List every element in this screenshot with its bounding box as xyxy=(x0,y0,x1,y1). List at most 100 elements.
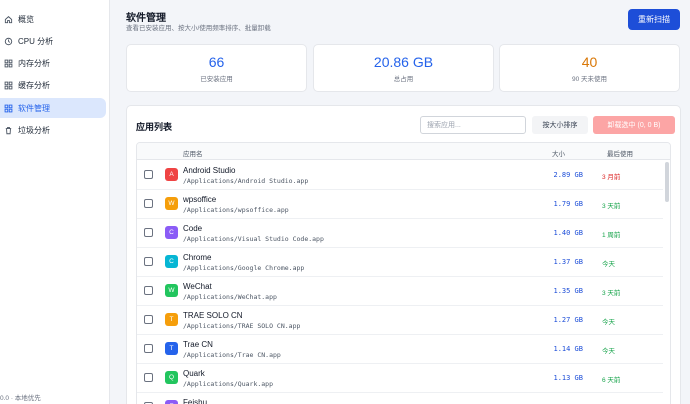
app-icon: Q xyxy=(165,371,178,384)
row-checkbox[interactable] xyxy=(144,199,153,208)
app-path: /Applications/Trae CN.app xyxy=(183,351,281,359)
stat-card-unused: 40 90 天未使用 xyxy=(499,44,680,92)
table-row[interactable]: Q Quark/Applications/Quark.app 1.13 GB 6 天前 xyxy=(137,364,663,393)
cache-icon xyxy=(3,80,13,90)
app-last-used: 3 天前 xyxy=(602,290,621,297)
sidebar-item-memory[interactable]: 内存分析 xyxy=(0,53,106,73)
sidebar-item-label: 垃圾分析 xyxy=(18,125,50,135)
app-path: /Applications/Quark.app xyxy=(183,380,274,388)
app-path: /Applications/Visual Studio Code.app xyxy=(183,235,324,243)
stat-value: 40 xyxy=(581,54,598,70)
row-checkbox[interactable] xyxy=(144,373,153,382)
row-checkbox[interactable] xyxy=(144,344,153,353)
app-path: /Applications/wpsoffice.app xyxy=(183,206,289,214)
sidebar-item-apps[interactable]: 软件管理 xyxy=(0,98,106,118)
row-checkbox[interactable] xyxy=(144,170,153,179)
sidebar: 概览 CPU 分析 内存分析 缓存分析 软件管理 垃圾分析 0.0 · 本地优先 xyxy=(0,0,110,404)
table-row[interactable]: A Android Studio/Applications/Android Stu… xyxy=(137,161,663,190)
app-name: Android Studio xyxy=(183,166,236,175)
column-header-last-used[interactable]: 最后使用 xyxy=(607,148,633,158)
column-header-name[interactable]: 应用名 xyxy=(183,148,203,158)
app-name: Code xyxy=(183,224,203,233)
app-size: 1.27 GB xyxy=(553,316,583,324)
sidebar-item-cpu[interactable]: CPU 分析 xyxy=(0,31,106,51)
stat-value: 20.86 GB xyxy=(373,54,434,70)
app-name: Chrome xyxy=(183,253,212,262)
app-icon: W xyxy=(165,284,178,297)
table-row[interactable]: F Feishu xyxy=(137,393,663,404)
app-name: Quark xyxy=(183,369,205,378)
stat-card-total-size: 20.86 GB 总占用 xyxy=(313,44,494,92)
table-row[interactable]: Wwpsoffice/Applications/wpsoffice.app 1.7… xyxy=(137,190,663,219)
uninstall-selected-button[interactable]: 卸载选中 (0, 0 B) xyxy=(593,116,675,134)
stat-card-installed: 66 已安装应用 xyxy=(126,44,307,92)
stat-caption: 总占用 xyxy=(393,76,414,83)
table-row[interactable]: T TRAE SOLO CN/Applications/TRAE SOLO CN.… xyxy=(137,306,663,335)
table-row[interactable]: W WeChat/Applications/WeChat.app 1.35 GB 3 … xyxy=(137,277,663,306)
cpu-icon xyxy=(3,36,13,46)
trash-icon xyxy=(3,125,13,135)
app-size: 1.14 GB xyxy=(553,345,583,353)
app-size: 2.89 GB xyxy=(553,171,583,179)
app-icon: T xyxy=(165,342,178,355)
app-last-used: 今天 xyxy=(602,261,615,268)
app-size: 1.35 GB xyxy=(553,287,583,295)
app-path: /Applications/TRAE SOLO CN.app xyxy=(183,322,301,330)
sidebar-item-label: 概览 xyxy=(18,14,34,24)
table-row[interactable]: T Trae CN/Applications/Trae CN.app 1.14 GB… xyxy=(137,335,663,364)
app-icon: F xyxy=(165,400,178,404)
app-size: 1.37 GB xyxy=(553,258,583,266)
sidebar-item-label: 软件管理 xyxy=(18,103,50,113)
stat-value: 66 xyxy=(208,54,225,70)
app-icon: W xyxy=(165,197,178,210)
sidebar-item-overview[interactable]: 概览 xyxy=(0,9,106,29)
app-path: /Applications/Google Chrome.app xyxy=(183,264,305,272)
app-size: 1.13 GB xyxy=(553,374,583,382)
panel-title: 应用列表 xyxy=(136,122,173,132)
app-icon: T xyxy=(165,313,178,326)
sort-by-size-button[interactable]: 按大小排序 xyxy=(532,116,588,134)
app-icon: C xyxy=(165,226,178,239)
app-size: 1.79 GB xyxy=(553,200,583,208)
sidebar-item-junk[interactable]: 垃圾分析 xyxy=(0,120,106,140)
app-path: /Applications/Android Studio.app xyxy=(183,177,309,185)
stat-caption: 已安装应用 xyxy=(200,76,233,83)
app-icon: C xyxy=(165,255,178,268)
app-name: WeChat xyxy=(183,282,212,291)
app-last-used: 今天 xyxy=(602,319,615,326)
app-list-panel: 应用列表 按大小排序 卸载选中 (0, 0 B) 应用名 大小 最后使用 A An… xyxy=(126,105,681,404)
column-header-size[interactable]: 大小 xyxy=(552,148,565,158)
app-icon: A xyxy=(165,168,178,181)
row-checkbox[interactable] xyxy=(144,228,153,237)
app-name: TRAE SOLO CN xyxy=(183,311,243,320)
app-last-used: 3 月前 xyxy=(602,174,621,181)
app-last-used: 3 天前 xyxy=(602,203,621,210)
home-icon xyxy=(3,14,13,24)
scrollbar[interactable] xyxy=(665,162,669,202)
page-subtitle: 查看已安装应用、按大小/使用频率排序、批量卸载 xyxy=(126,25,271,32)
sidebar-item-label: 缓存分析 xyxy=(18,80,50,90)
sidebar-item-label: 内存分析 xyxy=(18,58,50,68)
rescan-button[interactable]: 重新扫描 xyxy=(628,9,680,30)
apps-icon xyxy=(3,103,13,113)
app-path: /Applications/WeChat.app xyxy=(183,293,277,301)
app-size: 1.40 GB xyxy=(553,229,583,237)
app-last-used: 1 周前 xyxy=(602,232,621,239)
version-footer: 0.0 · 本地优先 xyxy=(0,395,41,402)
stat-caption: 90 天未使用 xyxy=(571,76,608,83)
app-name: Feishu xyxy=(183,398,208,404)
app-table: 应用名 大小 最后使用 A Android Studio/Applications… xyxy=(136,142,671,404)
row-checkbox[interactable] xyxy=(144,315,153,324)
app-last-used: 6 天前 xyxy=(602,377,621,384)
app-name: wpsoffice xyxy=(183,195,217,204)
row-checkbox[interactable] xyxy=(144,286,153,295)
row-checkbox[interactable] xyxy=(144,257,153,266)
search-input[interactable] xyxy=(420,116,526,134)
memory-icon xyxy=(3,58,13,68)
sidebar-item-cache[interactable]: 缓存分析 xyxy=(0,75,106,95)
table-header: 应用名 大小 最后使用 xyxy=(137,143,670,160)
app-last-used: 今天 xyxy=(602,348,615,355)
sidebar-item-label: CPU 分析 xyxy=(18,36,54,46)
table-row[interactable]: C Code/Applications/Visual Studio Code.ap… xyxy=(137,219,663,248)
table-row[interactable]: C Chrome/Applications/Google Chrome.app 1.… xyxy=(137,248,663,277)
